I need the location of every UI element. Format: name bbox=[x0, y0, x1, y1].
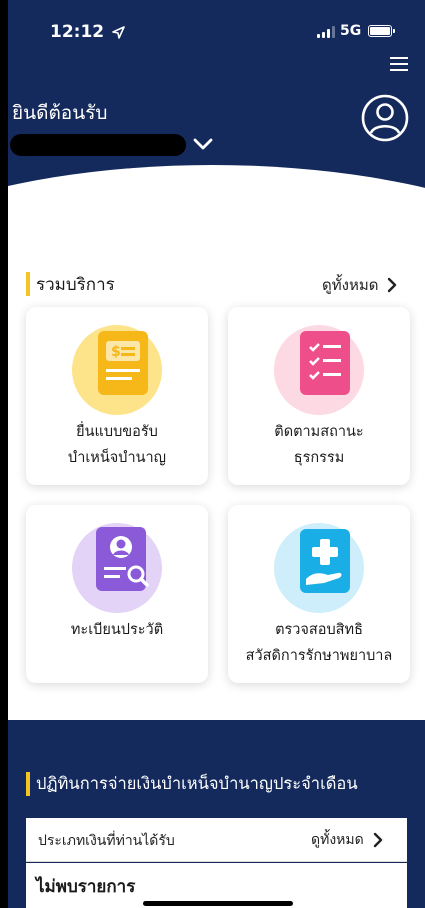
header-curve bbox=[0, 165, 425, 235]
pension-type-filter-row: ประเภทเงินที่ท่านได้รับ ดูทั้งหมด bbox=[26, 818, 407, 862]
user-profile-icon[interactable] bbox=[360, 93, 410, 147]
empty-state-text: ไม่พบรายการ bbox=[36, 877, 136, 897]
card-label-line1: ติดตามสถานะ bbox=[274, 424, 364, 440]
medical-care-icon bbox=[298, 527, 354, 601]
services-title-text: รวมบริการ bbox=[36, 274, 115, 295]
pension-calendar-title: ปฏิทินการจ่ายเงินบำเหน็จบำนาญประจำเดือน bbox=[26, 772, 358, 796]
service-card-track-status[interactable]: ติดตามสถานะ ธุรกรรม bbox=[228, 307, 410, 485]
service-card-profile-registry[interactable]: ทะเบียนประวัติ bbox=[26, 505, 208, 683]
status-bar: 12:12 5G bbox=[0, 0, 425, 60]
accent-bar bbox=[26, 772, 30, 796]
chevron-down-icon[interactable] bbox=[190, 134, 216, 158]
redacted-username bbox=[10, 134, 186, 156]
card-label-line2: สวัสดิการรักษาพยาบาล bbox=[245, 648, 393, 664]
svg-text:$: $ bbox=[111, 344, 121, 360]
card-label-line1: ทะเบียนประวัติ bbox=[70, 622, 164, 638]
money-document-icon: $ bbox=[96, 329, 152, 403]
home-indicator[interactable] bbox=[143, 901, 293, 906]
services-section-title: รวมบริการ bbox=[26, 272, 115, 296]
chevron-right-icon bbox=[388, 277, 397, 293]
card-label-line2: ธุรกรรม bbox=[293, 450, 345, 466]
signal-bars-icon bbox=[317, 26, 335, 38]
card-label-line1: ยื่นแบบขอรับ bbox=[76, 424, 158, 440]
accent-bar bbox=[26, 272, 30, 296]
profile-search-icon bbox=[94, 525, 156, 603]
pension-calendar-title-text: ปฏิทินการจ่ายเงินบำเหน็จบำนาญประจำเดือน bbox=[36, 774, 358, 793]
service-card-pension-request[interactable]: $ ยื่นแบบขอรับ บำเหน็จบำนาญ bbox=[26, 307, 208, 485]
checklist-icon bbox=[298, 329, 354, 403]
see-all-label: ดูทั้งหมด bbox=[311, 832, 364, 848]
app-screen: 12:12 5G ยินดีต้อนรับ รวมบริการ ดูทั้งหม… bbox=[0, 0, 425, 908]
device-frame-edge bbox=[0, 0, 8, 908]
welcome-text: ยินดีต้อนรับ bbox=[12, 102, 108, 124]
location-arrow-icon bbox=[112, 24, 125, 43]
hamburger-menu-icon[interactable] bbox=[390, 57, 408, 71]
services-see-all-link[interactable]: ดูทั้งหมด bbox=[322, 273, 398, 297]
pension-type-label: ประเภทเงินที่ท่านได้รับ bbox=[38, 833, 175, 849]
chevron-right-icon bbox=[373, 832, 382, 848]
pension-see-all-link[interactable]: ดูทั้งหมด bbox=[311, 829, 384, 851]
network-type: 5G bbox=[340, 23, 362, 39]
card-label-line1: ตรวจสอบสิทธิ bbox=[275, 622, 363, 638]
header-banner: 12:12 5G ยินดีต้อนรับ bbox=[0, 0, 425, 235]
status-time: 12:12 bbox=[50, 22, 105, 42]
battery-icon bbox=[368, 25, 395, 37]
see-all-label: ดูทั้งหมด bbox=[322, 276, 379, 294]
card-label-line2: บำเหน็จบำนาญ bbox=[67, 450, 167, 466]
service-card-medical-rights[interactable]: ตรวจสอบสิทธิ สวัสดิการรักษาพยาบาล bbox=[228, 505, 410, 683]
